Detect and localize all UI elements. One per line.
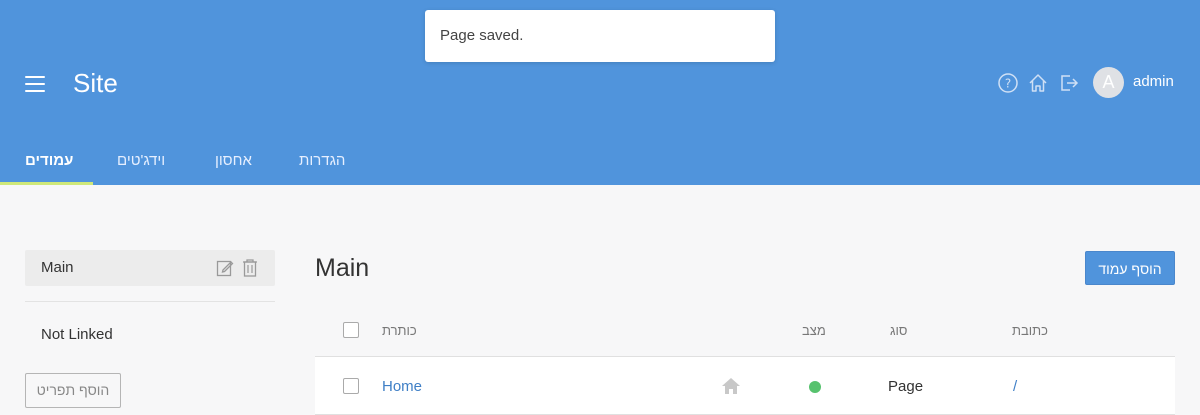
column-header-address[interactable]: כתובת bbox=[1012, 323, 1048, 338]
page-title-link[interactable]: Home bbox=[382, 378, 422, 395]
active-tab-indicator bbox=[0, 182, 93, 185]
column-header-type[interactable]: סוג bbox=[890, 323, 907, 338]
table-row[interactable]: Home Page / bbox=[315, 357, 1175, 415]
sidebar-divider bbox=[25, 301, 275, 302]
page-title: Main bbox=[315, 254, 370, 282]
tab-settings[interactable]: הגדרות bbox=[299, 152, 345, 169]
sidebar-item-main[interactable]: Main bbox=[25, 250, 275, 286]
svg-text:?: ? bbox=[1005, 77, 1011, 91]
sidebar-item-label: Not Linked bbox=[41, 326, 113, 343]
menu-icon[interactable] bbox=[25, 76, 45, 92]
tab-widgets[interactable]: וידג'טים bbox=[117, 152, 165, 169]
toast-message: Page saved. bbox=[440, 27, 524, 44]
page-address-link[interactable]: / bbox=[1013, 378, 1017, 395]
home-icon[interactable] bbox=[1027, 72, 1049, 94]
avatar[interactable]: A bbox=[1093, 67, 1124, 98]
tab-storage[interactable]: אחסון bbox=[215, 152, 252, 169]
status-indicator bbox=[809, 381, 821, 393]
help-icon[interactable]: ? bbox=[997, 72, 1019, 94]
edit-icon[interactable] bbox=[216, 258, 234, 278]
row-checkbox[interactable] bbox=[343, 378, 359, 394]
sidebar-item-label: Main bbox=[41, 259, 74, 276]
username[interactable]: admin bbox=[1133, 73, 1174, 90]
column-header-status[interactable]: מצב bbox=[802, 323, 826, 338]
trash-icon[interactable] bbox=[241, 258, 259, 278]
sidebar-item-not-linked[interactable]: Not Linked bbox=[25, 326, 275, 343]
tab-pages[interactable]: עמודים bbox=[25, 152, 73, 169]
homepage-indicator-icon bbox=[722, 378, 740, 394]
add-menu-button[interactable]: הוסף תפריט bbox=[25, 373, 121, 408]
logout-icon[interactable] bbox=[1058, 72, 1080, 94]
column-header-title[interactable]: כותרת bbox=[382, 323, 417, 338]
select-all-checkbox[interactable] bbox=[343, 322, 359, 338]
table-header: כותרת מצב סוג כתובת bbox=[315, 305, 1175, 357]
site-title[interactable]: Site bbox=[73, 68, 118, 99]
page-type: Page bbox=[888, 378, 924, 395]
toast-notification: Page saved. bbox=[425, 10, 775, 62]
add-page-button[interactable]: הוסף עמוד bbox=[1085, 251, 1175, 285]
